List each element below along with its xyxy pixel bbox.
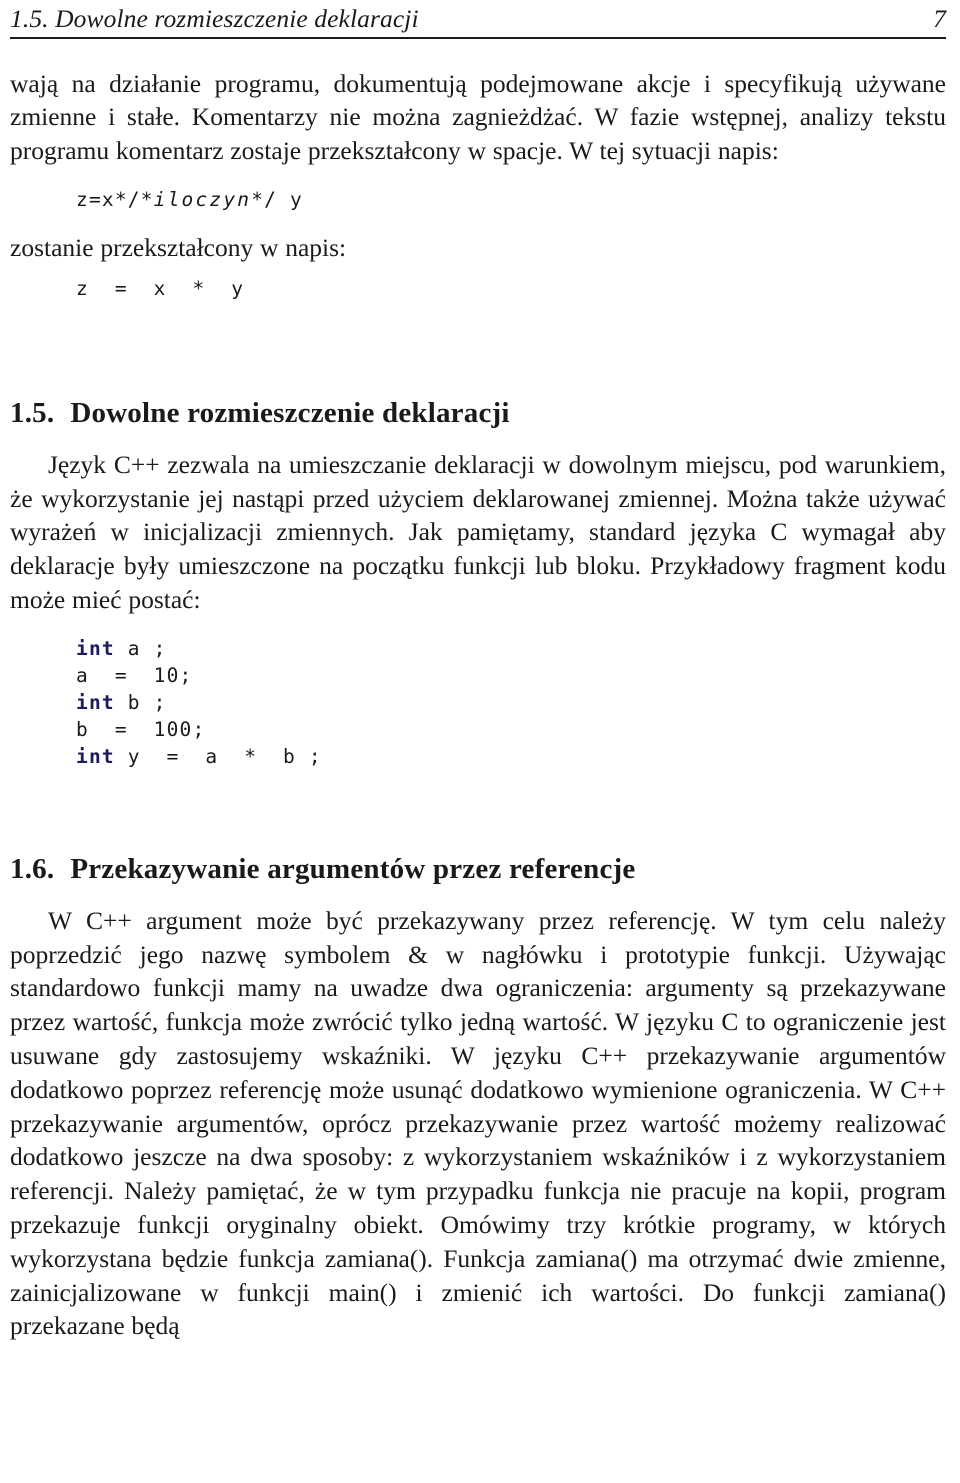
section-number: 1.5. xyxy=(10,396,55,429)
continued-paragraph: wają na działanie programu, dokumentują … xyxy=(10,68,946,166)
code-listing: int a ; a = 10; int b ; b = 100; int y =… xyxy=(10,635,946,770)
code-line: b = 100; xyxy=(76,716,946,743)
page-number: 7 xyxy=(933,4,946,33)
section-title: Przekazywanie argumentów przez referencj… xyxy=(70,852,636,885)
code-keyword: int xyxy=(76,744,115,768)
code-rest: a = 10; xyxy=(76,663,193,687)
code-block-inline-comment: z=x*/*iloczyn*/ y xyxy=(76,186,946,213)
code-line: int a ; xyxy=(76,635,946,662)
document-page: 1.5. Dowolne rozmieszczenie deklaracji 7… xyxy=(0,0,960,1483)
section-1-6-paragraph: W C++ argument może być przekazywany prz… xyxy=(10,905,946,1341)
section-heading-1-5: 1.5. Dowolne rozmieszczenie deklaracji xyxy=(10,396,946,430)
code-rest: y = a * b ; xyxy=(114,744,322,768)
header-rule xyxy=(10,37,946,39)
code-prefix: z=x*/* xyxy=(76,187,154,211)
code-rest: b ; xyxy=(114,690,167,714)
code-italic-comment: iloczyn xyxy=(153,187,252,211)
code-rest: a ; xyxy=(114,636,167,660)
code-line: int b ; xyxy=(76,689,946,716)
bridge-paragraph: zostanie przekształcony w napis: xyxy=(10,232,347,262)
code-keyword: int xyxy=(76,636,115,660)
code-rest: b = 100; xyxy=(76,717,206,741)
section-title: Dowolne rozmieszczenie deklaracji xyxy=(70,396,510,429)
code-block-result: z = x * y xyxy=(76,276,245,300)
section-1-5-paragraph: Język C++ zezwala na umieszczanie deklar… xyxy=(10,449,946,614)
code-line: int y = a * b ; xyxy=(76,743,946,770)
code-line: a = 10; xyxy=(76,662,946,689)
code-suffix: */ y xyxy=(251,187,303,211)
running-header-title: 1.5. Dowolne rozmieszczenie deklaracji xyxy=(10,4,419,33)
section-number: 1.6. xyxy=(10,852,55,885)
code-keyword: int xyxy=(76,690,115,714)
running-header: 1.5. Dowolne rozmieszczenie deklaracji 7 xyxy=(10,0,946,34)
section-heading-1-6: 1.6. Przekazywanie argumentów przez refer… xyxy=(10,852,946,886)
